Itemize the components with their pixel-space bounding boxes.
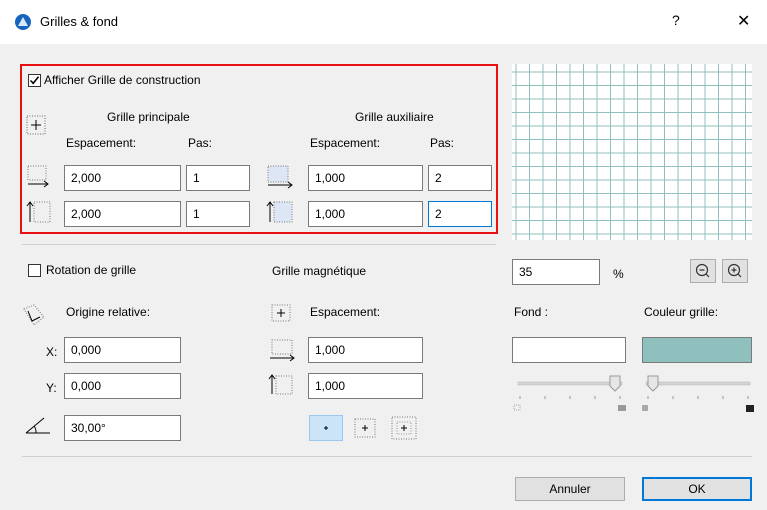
snap-horizontal-input[interactable]: 1,000 xyxy=(308,337,423,363)
main-vertical-step-input[interactable]: 1 xyxy=(186,201,250,227)
main-vertical-spacing-input[interactable]: 2,000 xyxy=(64,201,181,227)
main-step-header: Pas: xyxy=(188,136,213,150)
grid-intensity-slider[interactable] xyxy=(640,374,756,414)
snap-vertical-icon xyxy=(268,374,293,395)
snap-vertical-input[interactable]: 1,000 xyxy=(308,373,423,399)
background-color-swatch[interactable] xyxy=(512,337,626,363)
x-label: X: xyxy=(46,345,58,359)
cancel-button[interactable]: Annuler xyxy=(515,477,625,501)
relative-origin-icon xyxy=(23,304,45,326)
aux-grid-title: Grille auxiliaire xyxy=(355,110,434,124)
aux-vertical-spacing-input[interactable]: 1,000 xyxy=(308,201,423,227)
angle-icon xyxy=(25,417,50,434)
horizontal-spacing-icon xyxy=(27,165,49,188)
snap-point-icon xyxy=(324,426,328,430)
snap-mode-point-button[interactable] xyxy=(309,415,343,441)
background-label: Fond : xyxy=(514,305,549,319)
check-icon xyxy=(29,76,40,85)
grid-preview xyxy=(512,64,752,240)
divider xyxy=(22,244,496,245)
help-button[interactable]: ? xyxy=(672,12,680,28)
main-spacing-header: Espacement: xyxy=(66,136,137,150)
y-label: Y: xyxy=(46,381,57,395)
aux-horizontal-spacing-input[interactable]: 1,000 xyxy=(308,165,423,191)
show-grid-label: Afficher Grille de construction xyxy=(44,73,201,87)
aux-horizontal-step-input[interactable]: 2 xyxy=(428,165,492,191)
ok-button[interactable]: OK xyxy=(642,477,752,501)
angle-input[interactable]: 30,00° xyxy=(64,415,181,441)
close-button[interactable]: ✕ xyxy=(737,11,750,31)
aux-vertical-step-input[interactable]: 2 xyxy=(428,201,492,227)
snap-mode-full-button[interactable] xyxy=(389,414,419,442)
zoom-in-button[interactable] xyxy=(722,259,748,283)
zoom-out-button[interactable] xyxy=(690,259,716,283)
main-horizontal-step-input[interactable]: 1 xyxy=(186,165,250,191)
snap-mode-grid-button[interactable] xyxy=(351,416,379,440)
origin-label: Origine relative: xyxy=(66,305,151,319)
grid-color-label: Couleur grille: xyxy=(644,305,719,319)
grid-color-swatch[interactable] xyxy=(642,337,752,363)
window-title: Grilles & fond xyxy=(40,14,119,29)
aux-horizontal-spacing-icon xyxy=(267,165,293,189)
aux-spacing-header: Espacement: xyxy=(310,136,381,150)
grid-icon xyxy=(26,115,46,135)
snap-grid-title: Grille magnétique xyxy=(272,264,367,278)
snap-horizontal-icon xyxy=(270,339,295,362)
aux-vertical-spacing-icon xyxy=(266,201,293,223)
main-horizontal-spacing-input[interactable]: 2,000 xyxy=(64,165,181,191)
snap-spacing-label: Espacement: xyxy=(310,305,381,319)
rotation-label: Rotation de grille xyxy=(46,263,137,277)
zoom-input[interactable]: 35 xyxy=(512,259,600,285)
vertical-spacing-icon xyxy=(26,201,51,223)
zoom-unit: % xyxy=(613,267,624,281)
origin-x-input[interactable]: 0,000 xyxy=(64,337,181,363)
zoom-out-icon xyxy=(695,263,710,278)
zoom-in-icon xyxy=(727,263,742,278)
archicad-logo-icon xyxy=(15,14,31,30)
bottom-divider xyxy=(22,456,752,457)
main-grid-title: Grille principale xyxy=(107,110,190,124)
snap-grid-icon xyxy=(271,304,291,322)
aux-step-header: Pas: xyxy=(430,136,455,150)
show-grid-checkbox[interactable] xyxy=(28,74,41,87)
background-intensity-slider[interactable] xyxy=(512,374,630,414)
origin-y-input[interactable]: 0,000 xyxy=(64,373,181,399)
rotation-checkbox[interactable] xyxy=(28,264,41,277)
